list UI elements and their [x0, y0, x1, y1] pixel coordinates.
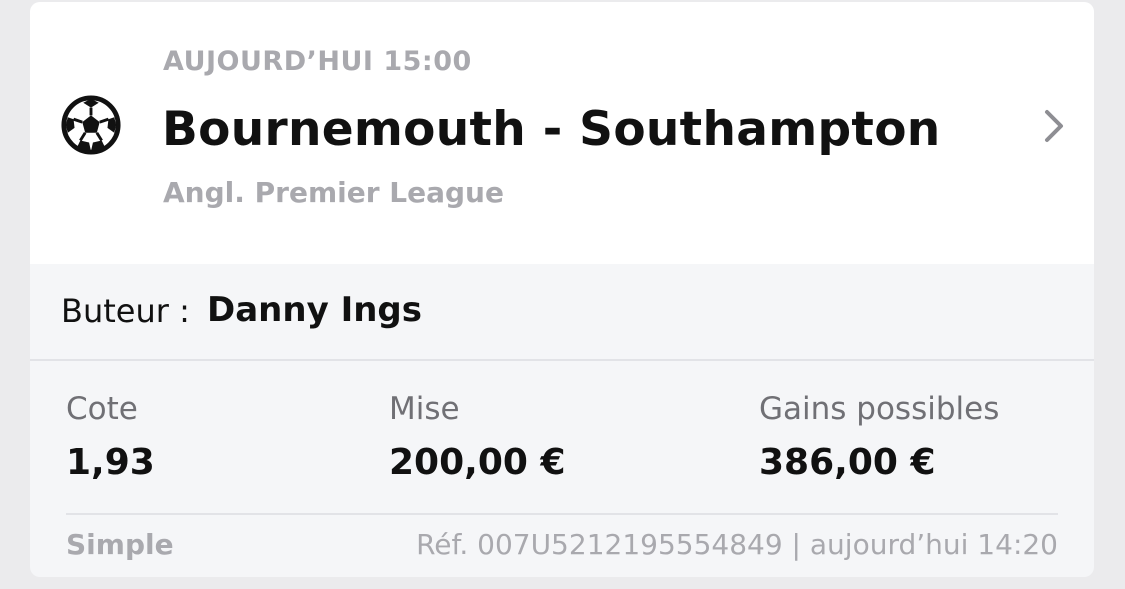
- event-header[interactable]: AUJOURD’HUI 15:00 Bournemouth - Southamp…: [30, 2, 1094, 264]
- bet-reference: Réf. 007U5212195554849 | aujourd’hui 14:…: [416, 528, 1058, 561]
- chevron-right-icon[interactable]: [1038, 106, 1068, 146]
- selection-value: Danny Ings: [207, 290, 423, 330]
- bet-card: AUJOURD’HUI 15:00 Bournemouth - Southamp…: [30, 2, 1094, 577]
- soccer-ball-icon: [61, 95, 121, 155]
- stake-label: Mise: [389, 391, 460, 427]
- odds-value: 1,93: [66, 442, 155, 483]
- winnings-label: Gains possibles: [759, 391, 1000, 427]
- bet-selection: Buteur : Danny Ings: [30, 264, 1094, 361]
- event-datetime: AUJOURD’HUI 15:00: [163, 46, 472, 77]
- bet-type: Simple: [66, 528, 174, 561]
- stake-value: 200,00 €: [389, 442, 566, 483]
- divider: [66, 513, 1058, 515]
- selection-market-label: Buteur :: [61, 292, 190, 330]
- event-league: Angl. Premier League: [163, 176, 504, 209]
- winnings-value: 386,00 €: [759, 442, 936, 483]
- event-title[interactable]: Bournemouth - Southampton: [162, 102, 941, 157]
- odds-label: Cote: [66, 391, 138, 427]
